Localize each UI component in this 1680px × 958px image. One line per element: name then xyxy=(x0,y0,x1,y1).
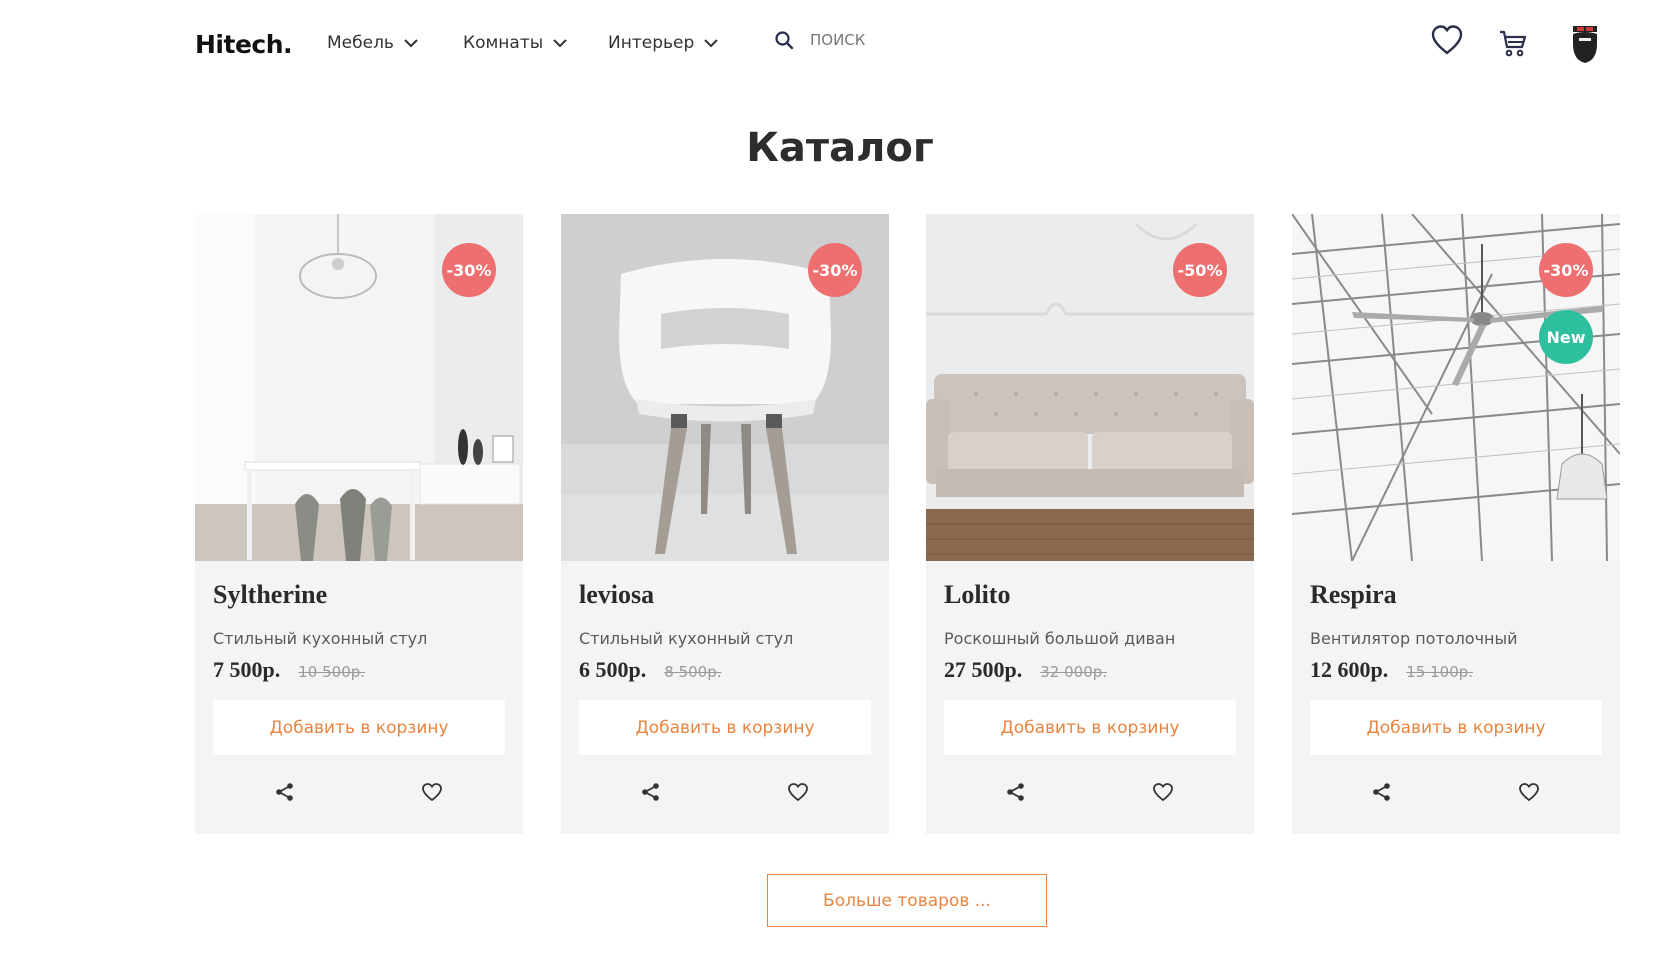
price: 6 500р. xyxy=(579,657,647,682)
product-card[interactable]: -50% Lolito Роскошный большой диван 27 5… xyxy=(926,214,1254,834)
old-price: 32 000р. xyxy=(1040,663,1108,681)
add-to-cart-button[interactable]: Добавить в корзину xyxy=(213,700,505,755)
product-image[interactable]: -30% xyxy=(561,214,889,561)
discount-badge: -50% xyxy=(1173,243,1227,297)
page-title: Каталог xyxy=(746,125,934,171)
old-price: 10 500р. xyxy=(298,663,366,681)
favorite-icon[interactable] xyxy=(1518,782,1540,802)
search-icon[interactable] xyxy=(774,30,794,50)
search-input[interactable] xyxy=(808,30,1012,50)
price: 12 600р. xyxy=(1310,657,1389,682)
discount-badge: -30% xyxy=(1539,243,1593,297)
add-to-cart-button[interactable]: Добавить в корзину xyxy=(579,700,871,755)
nav-item-interior[interactable]: Интерьер xyxy=(608,33,718,53)
favorite-icon[interactable] xyxy=(787,782,809,802)
cart-icon[interactable] xyxy=(1498,28,1528,58)
add-to-cart-button[interactable]: Добавить в корзину xyxy=(944,700,1236,755)
old-price: 8 500р. xyxy=(664,663,722,681)
product-name[interactable]: Lolito xyxy=(944,580,1010,610)
nav-item-rooms[interactable]: Комнаты xyxy=(463,33,567,53)
product-description: Стильный кухонный стул xyxy=(579,629,794,648)
logo[interactable]: Hitech. xyxy=(195,30,293,59)
avatar[interactable] xyxy=(1568,22,1602,64)
price: 27 500р. xyxy=(944,657,1023,682)
price-row: 27 500р. 32 000р. xyxy=(944,657,1107,683)
favorite-icon[interactable] xyxy=(421,782,443,802)
heart-icon[interactable] xyxy=(1430,24,1464,56)
product-name[interactable]: leviosa xyxy=(579,580,654,610)
product-card[interactable]: -30% Syltherine Стильный кухонный стул 7… xyxy=(195,214,523,834)
discount-badge: -30% xyxy=(808,243,862,297)
product-card[interactable]: -30% leviosa Стильный кухонный стул 6 50… xyxy=(561,214,889,834)
chevron-down-icon xyxy=(704,38,718,47)
search-bar xyxy=(774,30,1012,50)
product-image[interactable]: -50% xyxy=(926,214,1254,561)
share-icon[interactable] xyxy=(275,782,295,802)
header: Hitech. Мебель Комнаты Интерьер xyxy=(0,0,1680,90)
old-price: 15 100р. xyxy=(1406,663,1474,681)
chevron-down-icon xyxy=(404,38,418,47)
price-row: 12 600р. 15 100р. xyxy=(1310,657,1473,683)
price-row: 7 500р. 10 500р. xyxy=(213,657,365,683)
new-badge: New xyxy=(1539,310,1593,364)
product-image[interactable]: -30% xyxy=(195,214,523,561)
product-card[interactable]: -30% New Respira Вентилятор потолочный 1… xyxy=(1292,214,1620,834)
nav-item-label: Интерьер xyxy=(608,33,695,53)
product-description: Вентилятор потолочный xyxy=(1310,629,1518,648)
share-icon[interactable] xyxy=(1372,782,1392,802)
share-icon[interactable] xyxy=(1006,782,1026,802)
nav-item-furniture[interactable]: Мебель xyxy=(327,33,418,53)
price: 7 500р. xyxy=(213,657,281,682)
product-description: Стильный кухонный стул xyxy=(213,629,428,648)
product-name[interactable]: Syltherine xyxy=(213,580,327,610)
product-description: Роскошный большой диван xyxy=(944,629,1176,648)
load-more-button[interactable]: Больше товаров ... xyxy=(767,874,1047,927)
discount-badge: -30% xyxy=(442,243,496,297)
add-to-cart-button[interactable]: Добавить в корзину xyxy=(1310,700,1602,755)
chevron-down-icon xyxy=(553,38,567,47)
favorite-icon[interactable] xyxy=(1152,782,1174,802)
nav-item-label: Комнаты xyxy=(463,33,544,53)
product-name[interactable]: Respira xyxy=(1310,580,1397,610)
price-row: 6 500р. 8 500р. xyxy=(579,657,721,683)
product-image[interactable]: -30% New xyxy=(1292,214,1620,561)
share-icon[interactable] xyxy=(641,782,661,802)
nav-item-label: Мебель xyxy=(327,33,394,53)
